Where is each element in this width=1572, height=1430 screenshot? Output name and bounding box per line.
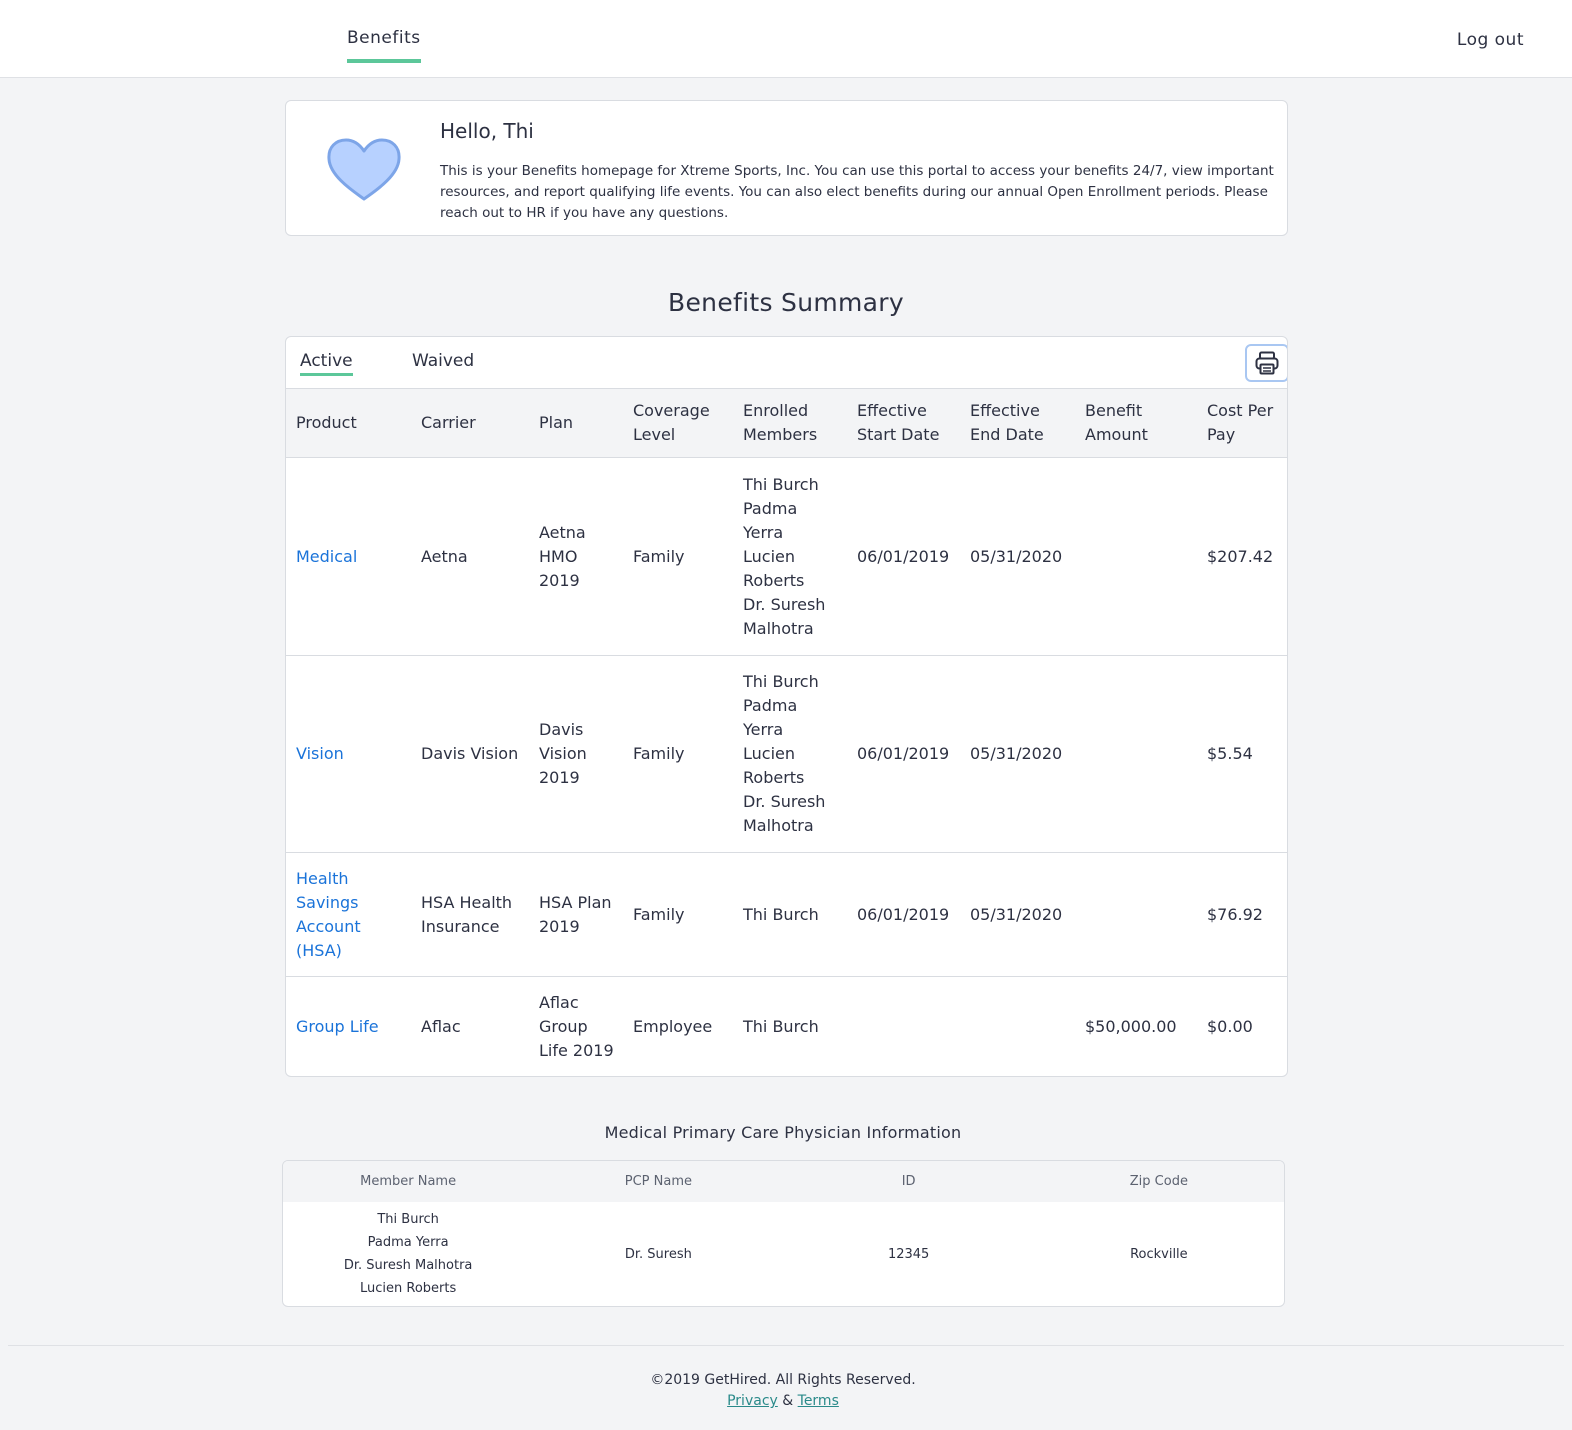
start-date-cell: 06/01/2019 xyxy=(847,852,960,977)
col-enrolled-members: Enrolled Members xyxy=(733,389,847,458)
footer-links: Privacy & Terms xyxy=(0,1393,1566,1409)
coverage-cell: Family xyxy=(623,457,733,656)
cost-per-pay-cell: $207.42 xyxy=(1197,457,1287,656)
coverage-cell: Family xyxy=(623,852,733,977)
table-row: Medical Aetna Aetna HMO 2019 Family Thi … xyxy=(286,457,1287,656)
start-date-cell: 06/01/2019 xyxy=(847,457,960,656)
coverage-cell: Family xyxy=(623,655,733,853)
privacy-link[interactable]: Privacy xyxy=(727,1393,778,1409)
member-name: Lucien Roberts xyxy=(743,744,805,787)
benefits-table: Product Carrier Plan Coverage Level Enro… xyxy=(286,389,1287,1076)
nav-tab-benefits[interactable]: Benefits xyxy=(347,28,421,63)
terms-link[interactable]: Terms xyxy=(798,1393,839,1409)
col-effective-end-date: Effective End Date xyxy=(960,389,1075,458)
logout-button[interactable]: Log out xyxy=(1457,30,1524,50)
benefit-amount-cell xyxy=(1075,852,1197,977)
product-link-group-life[interactable]: Group Life xyxy=(286,976,411,1076)
pcp-name-cell: Dr. Suresh xyxy=(624,1246,692,1262)
members-cell: Thi Burch xyxy=(733,976,847,1076)
benefits-summary-card: Active Waived Product Carrier Plan Cover… xyxy=(285,336,1288,1077)
member-name: Padma Yerra xyxy=(367,1235,449,1250)
benefit-amount-cell xyxy=(1075,457,1197,656)
col-benefit-amount: Benefit Amount xyxy=(1075,389,1197,458)
plan-cell: HSA Plan 2019 xyxy=(529,852,623,977)
copyright-text: ©2019 GetHired. All Rights Reserved. xyxy=(650,1372,916,1388)
member-name: Dr. Suresh Malhotra xyxy=(343,1258,473,1273)
heart-icon xyxy=(327,138,401,201)
tab-waived[interactable]: Waived xyxy=(412,351,474,373)
member-name: Thi Burch xyxy=(743,672,819,691)
member-name: Dr. Suresh Malhotra xyxy=(743,792,826,835)
col-carrier: Carrier xyxy=(411,389,529,458)
start-date-cell xyxy=(847,976,960,1076)
welcome-intro-text: This is your Benefits homepage for Xtrem… xyxy=(440,163,1274,221)
member-name: Thi Burch xyxy=(743,474,819,494)
col-product: Product xyxy=(286,389,411,458)
pcp-id-cell: 12345 xyxy=(887,1246,930,1262)
member-name: Padma Yerra xyxy=(743,696,798,739)
product-link-hsa[interactable]: Health Savings Account (HSA) xyxy=(286,852,411,977)
pcp-table: Member Name PCP Name ID Zip Code Thi Bur… xyxy=(283,1161,1284,1306)
coverage-cell: Employee xyxy=(623,976,733,1076)
cost-per-pay-cell: $0.00 xyxy=(1197,976,1287,1076)
col-zip-code: Zip Code xyxy=(1033,1161,1284,1202)
end-date-cell: 05/31/2020 xyxy=(960,457,1075,656)
col-pcp-name: PCP Name xyxy=(533,1161,784,1202)
member-name: Lucien Roberts xyxy=(743,546,805,590)
benefits-table-header: Product Carrier Plan Coverage Level Enro… xyxy=(286,389,1287,458)
members-cell: Thi Burch Padma Yerra Lucien Roberts Dr.… xyxy=(733,457,847,656)
carrier-cell: Aflac xyxy=(411,976,529,1076)
col-coverage-level: Coverage Level xyxy=(623,389,733,458)
end-date-cell: 05/31/2020 xyxy=(960,852,1075,977)
members-cell: Thi Burch xyxy=(733,852,847,977)
welcome-card: Hello, Thi This is your Benefits homepag… xyxy=(285,100,1288,236)
print-button[interactable] xyxy=(1245,344,1287,382)
carrier-cell: HSA Health Insurance xyxy=(411,852,529,977)
pcp-table-header: Member Name PCP Name ID Zip Code xyxy=(283,1161,1284,1202)
member-name: Padma Yerra xyxy=(743,498,798,542)
table-row: Thi Burch Padma Yerra Dr. Suresh Malhotr… xyxy=(283,1202,1284,1306)
plan-cell: Davis Vision 2019 xyxy=(529,655,623,853)
col-effective-start-date: Effective Start Date xyxy=(847,389,960,458)
table-row: Group Life Aflac Aflac Group Life 2019 E… xyxy=(286,976,1287,1076)
member-name: Dr. Suresh Malhotra xyxy=(743,594,826,638)
table-row: Vision Davis Vision Davis Vision 2019 Fa… xyxy=(286,655,1287,853)
pcp-section-title: Medical Primary Care Physician Informati… xyxy=(604,1123,962,1142)
col-member-name: Member Name xyxy=(283,1161,534,1202)
printer-icon xyxy=(1255,351,1279,375)
members-cell: Thi Burch Padma Yerra Lucien Roberts Dr.… xyxy=(733,655,847,853)
pcp-members-cell: Thi Burch Padma Yerra Dr. Suresh Malhotr… xyxy=(283,1202,533,1306)
top-navigation-bar: Benefits Log out xyxy=(0,0,1572,78)
member-name: Thi Burch xyxy=(743,904,819,924)
plan-cell: Aflac Group Life 2019 xyxy=(529,976,623,1076)
carrier-cell: Davis Vision xyxy=(411,655,529,853)
greeting-heading: Hello, Thi xyxy=(440,119,534,143)
benefits-tabs: Active Waived xyxy=(286,337,1287,389)
plan-cell: Aetna HMO 2019 xyxy=(529,457,623,656)
cost-per-pay-cell: $5.54 xyxy=(1197,655,1287,853)
product-link-medical[interactable]: Medical xyxy=(286,457,411,656)
col-id: ID xyxy=(783,1161,1034,1202)
member-name: Thi Burch xyxy=(377,1212,439,1227)
col-plan: Plan xyxy=(529,389,623,458)
footer-divider xyxy=(8,1345,1564,1346)
pcp-card: Member Name PCP Name ID Zip Code Thi Bur… xyxy=(282,1160,1285,1307)
table-row: Health Savings Account (HSA) HSA Health … xyxy=(286,852,1287,977)
carrier-cell: Aetna xyxy=(411,457,529,656)
benefit-amount-cell xyxy=(1075,655,1197,853)
col-cost-per-pay: Cost Per Pay xyxy=(1197,389,1287,458)
pcp-zip-cell: Rockville xyxy=(1130,1246,1188,1262)
start-date-cell: 06/01/2019 xyxy=(847,655,960,853)
member-name: Lucien Roberts xyxy=(360,1281,457,1296)
member-name: Thi Burch xyxy=(743,1016,819,1036)
cost-per-pay-cell: $76.92 xyxy=(1197,852,1287,977)
product-link-vision[interactable]: Vision xyxy=(286,655,411,853)
benefit-amount-cell: $50,000.00 xyxy=(1075,976,1197,1076)
tab-active[interactable]: Active xyxy=(300,351,353,376)
benefits-summary-title: Benefits Summary xyxy=(668,288,904,317)
footer-ampersand: & xyxy=(782,1393,794,1409)
end-date-cell: 05/31/2020 xyxy=(960,655,1075,853)
end-date-cell xyxy=(960,976,1075,1076)
